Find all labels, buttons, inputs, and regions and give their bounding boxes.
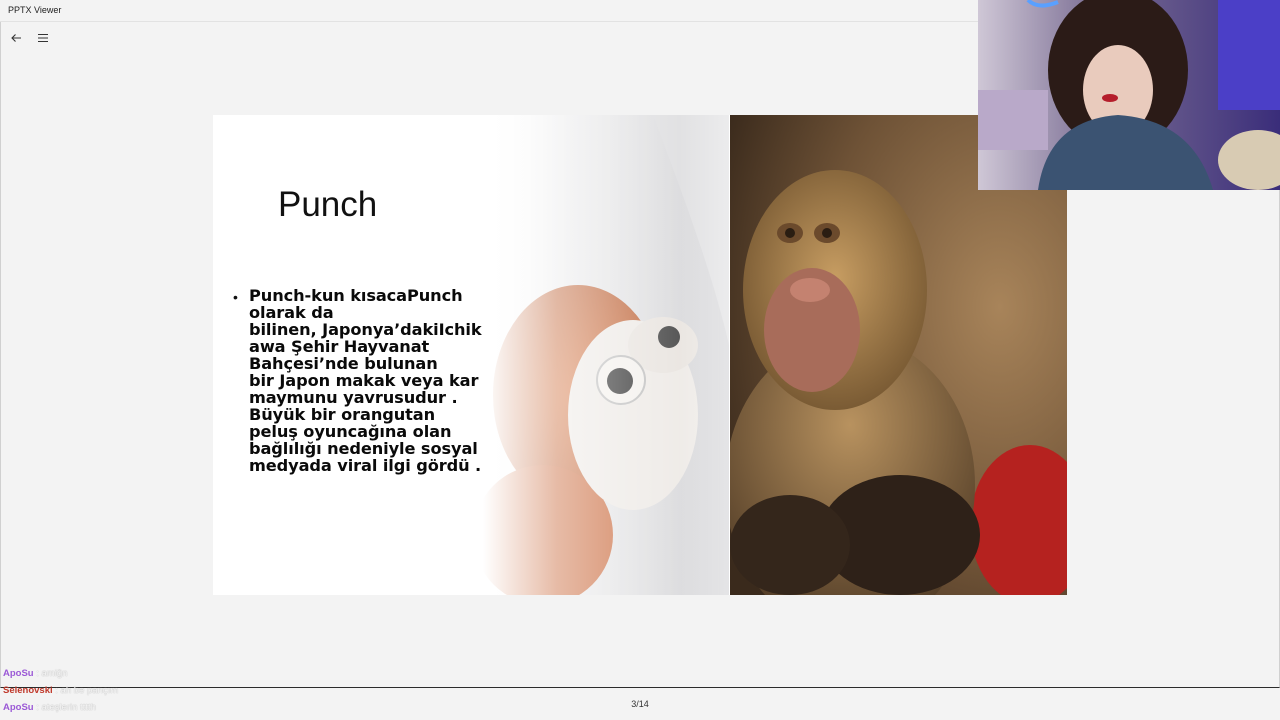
back-button[interactable] (7, 29, 25, 47)
slide-bullet-text: Punch-kun kısacaPunch olarak da bilinen, J… (249, 287, 489, 474)
webcam-overlay (978, 0, 1280, 190)
bullet-line: peluş oyuncağına olan (249, 422, 452, 441)
app-title: PPTX Viewer (8, 5, 62, 15)
menu-button[interactable] (34, 29, 52, 47)
bullet-line: maymunu yavrusudur . (249, 388, 458, 407)
bullet-line: bağlılığı nedeniyle sosyal (249, 439, 478, 458)
chat-username: ApoSu (3, 702, 34, 713)
chat-message: ApoSu : amiğn (3, 668, 118, 685)
bullet-line: Bahçesi’nde bulunan (249, 354, 438, 373)
chat-text: : amiğn (33, 668, 68, 679)
bullet-line: Büyük bir orangutan (249, 405, 436, 424)
slide-title: Punch (278, 185, 378, 224)
plush-toy-image (483, 115, 729, 595)
chat-message: ApoSu : ateşlerin tttth (3, 702, 118, 719)
bullet-line: awa Şehir Hayvanat (249, 337, 430, 356)
arrow-left-icon (11, 34, 21, 42)
chat-username: Selenovski (3, 685, 53, 696)
bullet-line: bir Japon makak veya kar (249, 371, 479, 390)
chat-username: ApoSu (3, 668, 34, 679)
chat-overlay: ApoSu : amiğn Selenovski : ah be pançım Ap… (3, 668, 118, 719)
chat-message: Selenovski : ah be pançım (3, 685, 118, 702)
bullet-line: bilinen, Japonya’dakiIchik (249, 320, 482, 339)
slide: Punch • Punch-kun kısacaPunch olarak da bi… (213, 115, 1067, 595)
bullet-marker: • (233, 289, 238, 305)
chat-text: : ateşlerin tttth (33, 702, 96, 713)
chat-text: : ah be pançım (52, 685, 119, 696)
bullet-line: olarak da (249, 303, 334, 322)
bullet-line: medyada viral ilgi gördü . (249, 456, 482, 475)
hamburger-menu-icon (38, 33, 48, 43)
page-indicator: 3/14 (631, 699, 649, 709)
bullet-line: Punch-kun kısacaPunch (249, 286, 463, 305)
